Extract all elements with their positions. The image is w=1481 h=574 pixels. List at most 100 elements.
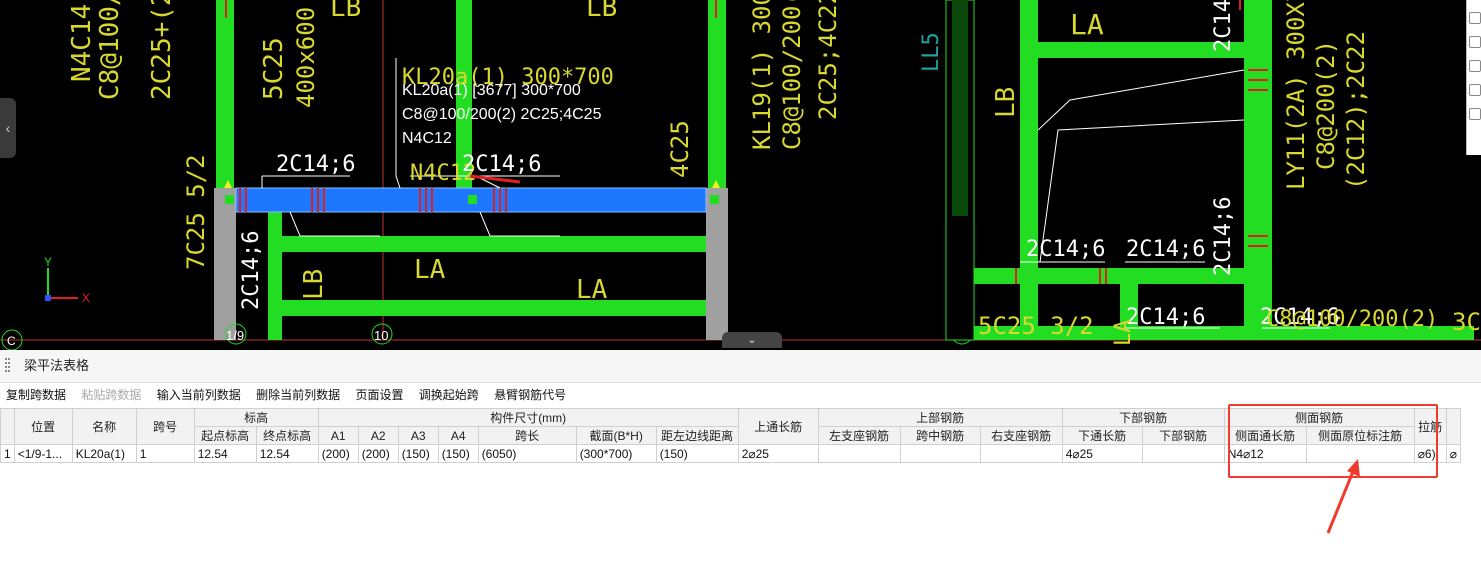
header-a3: A3 (397, 426, 439, 445)
left-collapse-handle[interactable]: ‹ (0, 98, 16, 158)
cell-left-support[interactable] (817, 444, 901, 463)
column-right[interactable] (706, 188, 728, 340)
swap-start-span-button[interactable]: 调换起始跨 (419, 388, 479, 402)
label-r-2c14-c: 2C14;6 (1126, 305, 1205, 330)
cell-tie[interactable]: ⌀6) (1413, 444, 1447, 463)
toolbar-icon-2[interactable] (1469, 36, 1481, 48)
label-lb-right: LB (991, 87, 1021, 118)
label-2c14-mid: 2C14;6 (462, 152, 541, 177)
cell-side-cont[interactable]: N4⌀12 (1223, 444, 1307, 463)
beam-h-la1[interactable] (282, 236, 706, 252)
cell-a3[interactable]: (150) (397, 444, 439, 463)
cell-edge-dist[interactable]: (150) (655, 444, 739, 463)
cell-end-elev[interactable]: 12.54 (255, 444, 319, 463)
toolbar-icon-4[interactable] (1469, 84, 1481, 96)
beam-v-right[interactable] (708, 0, 726, 188)
grid-label-c: C (7, 334, 16, 348)
label-lb-mid: LB (299, 269, 329, 300)
beam-h-la2[interactable] (282, 300, 706, 316)
copy-span-button[interactable]: 复制跨数据 (6, 388, 66, 402)
header-a1: A1 (317, 426, 359, 445)
grip-mid[interactable] (468, 195, 477, 204)
cad-drawing[interactable]: N4C14 C8@100/15 2C25+(2C1 5C25 400x600 L… (0, 0, 1481, 350)
label-2c25-left: 2C25+(2C1 (147, 0, 177, 100)
cell-top-cont[interactable]: 2⌀25 (737, 444, 819, 463)
header-side-rebar: 侧面钢筋 (1223, 408, 1415, 427)
header-elevation: 标高 (193, 408, 319, 427)
header-mid-span: 跨中钢筋 (899, 426, 981, 445)
beam-v-lb[interactable] (268, 212, 282, 340)
label-2c14-vert: 2C14;6 (239, 231, 264, 310)
label-kl19-c8: C8@100/200(2 (778, 0, 806, 150)
cell-row-index[interactable]: 1 (0, 444, 15, 463)
grip-right[interactable] (710, 195, 719, 204)
axis-origin (45, 295, 51, 301)
label-400x600: 400x600 (292, 7, 320, 108)
header-start-elev: 起点标高 (193, 426, 257, 445)
header-tie: 拉筋 (1413, 408, 1447, 445)
beam-h-r2[interactable] (974, 268, 1244, 284)
table-toolbar: 复制跨数据 粘贴跨数据 输入当前列数据 删除当前列数据 页面设置 调换起始跨 悬… (0, 383, 1481, 407)
label-lb-top2: LB (586, 0, 617, 23)
table-row[interactable]: 1 <1/9-1... KL20a(1) 1 12.54 12.54 (200)… (0, 444, 1461, 463)
header-end-elev: 终点标高 (255, 426, 319, 445)
toolbar-icon-1[interactable] (1469, 12, 1481, 24)
beam-v-left[interactable] (216, 0, 234, 188)
panel-expand-tab[interactable]: ⌄ (722, 332, 782, 348)
label-ll5: LL5 (919, 32, 944, 72)
beam-v-r1[interactable] (1020, 0, 1038, 340)
grip-icon[interactable] (4, 356, 12, 376)
label-la-right: LA (1070, 8, 1104, 41)
delete-column-button[interactable]: 删除当前列数据 (256, 388, 340, 402)
label-lb-top: LB (330, 0, 361, 23)
axis-x-label: X (82, 291, 90, 305)
label-2c14-left: 2C14;6 (276, 152, 355, 177)
header-span-len: 跨长 (477, 426, 577, 445)
paste-span-button[interactable]: 粘贴跨数据 (81, 388, 141, 402)
column-left[interactable] (214, 188, 236, 340)
label-ly11-c8: C8@200(2) (1312, 40, 1340, 170)
header-section: 截面(B*H) (575, 426, 657, 445)
cell-bottom-part[interactable] (1141, 444, 1225, 463)
cell-a1[interactable]: (200) (317, 444, 359, 463)
toolbar-icon-3[interactable] (1469, 60, 1481, 72)
cell-bottom-cont[interactable]: 4⌀25 (1061, 444, 1143, 463)
cell-a4[interactable]: (150) (437, 444, 479, 463)
label-c8-right: C8@100/200(2) (1266, 307, 1438, 332)
cantilever-code-button[interactable]: 悬臂钢筋代号 (494, 388, 566, 402)
chevron-down-icon: ⌄ (747, 334, 757, 346)
cell-start-elev[interactable]: 12.54 (193, 444, 257, 463)
header-right-support: 右支座钢筋 (979, 426, 1063, 445)
cell-extra[interactable]: ⌀ (1445, 444, 1461, 463)
cell-mid-span[interactable] (899, 444, 981, 463)
cell-section[interactable]: (300*700) (575, 444, 657, 463)
right-mini-toolbar[interactable] (1466, 0, 1481, 155)
label-r-2c14-b: 2C14;6 (1126, 237, 1205, 262)
input-column-button[interactable]: 输入当前列数据 (157, 388, 241, 402)
header-span-no: 跨号 (135, 408, 195, 445)
cell-span-no[interactable]: 1 (135, 444, 195, 463)
header-name: 名称 (71, 408, 137, 445)
panel-title-bar[interactable]: 梁平法表格 (0, 350, 1481, 383)
cell-position[interactable]: <1/9-1... (13, 444, 73, 463)
toolbar-icon-5[interactable] (1469, 108, 1481, 120)
cell-name[interactable]: KL20a(1) (71, 444, 137, 463)
label-7c25: 7C25 5/2 (182, 154, 210, 270)
label-kl19: KL19(1) 300 (748, 0, 776, 150)
cell-a2[interactable]: (200) (357, 444, 399, 463)
label-kl20a-info1: KL20a(1) [3677] 300*700 (402, 82, 581, 99)
header-bottom-part: 下部钢筋 (1141, 426, 1225, 445)
cell-span-len[interactable]: (6050) (477, 444, 577, 463)
header-a4: A4 (437, 426, 479, 445)
header-bottom-rebar: 下部钢筋 (1061, 408, 1225, 427)
cad-drawing-canvas[interactable]: N4C14 C8@100/15 2C25+(2C1 5C25 400x600 L… (0, 0, 1481, 350)
cell-right-support[interactable] (979, 444, 1063, 463)
label-n4c14: N4C14 (67, 4, 97, 82)
grip-left[interactable] (225, 195, 234, 204)
page-setup-button[interactable]: 页面设置 (355, 388, 403, 402)
beam-v-r2[interactable] (1244, 0, 1272, 340)
grid-label-10: 10 (374, 328, 388, 343)
label-r-2c14-a: 2C14;6 (1026, 237, 1105, 262)
header-side-orig: 侧面原位标注筋 (1305, 426, 1415, 445)
label-la-mid1: LA (414, 255, 446, 285)
